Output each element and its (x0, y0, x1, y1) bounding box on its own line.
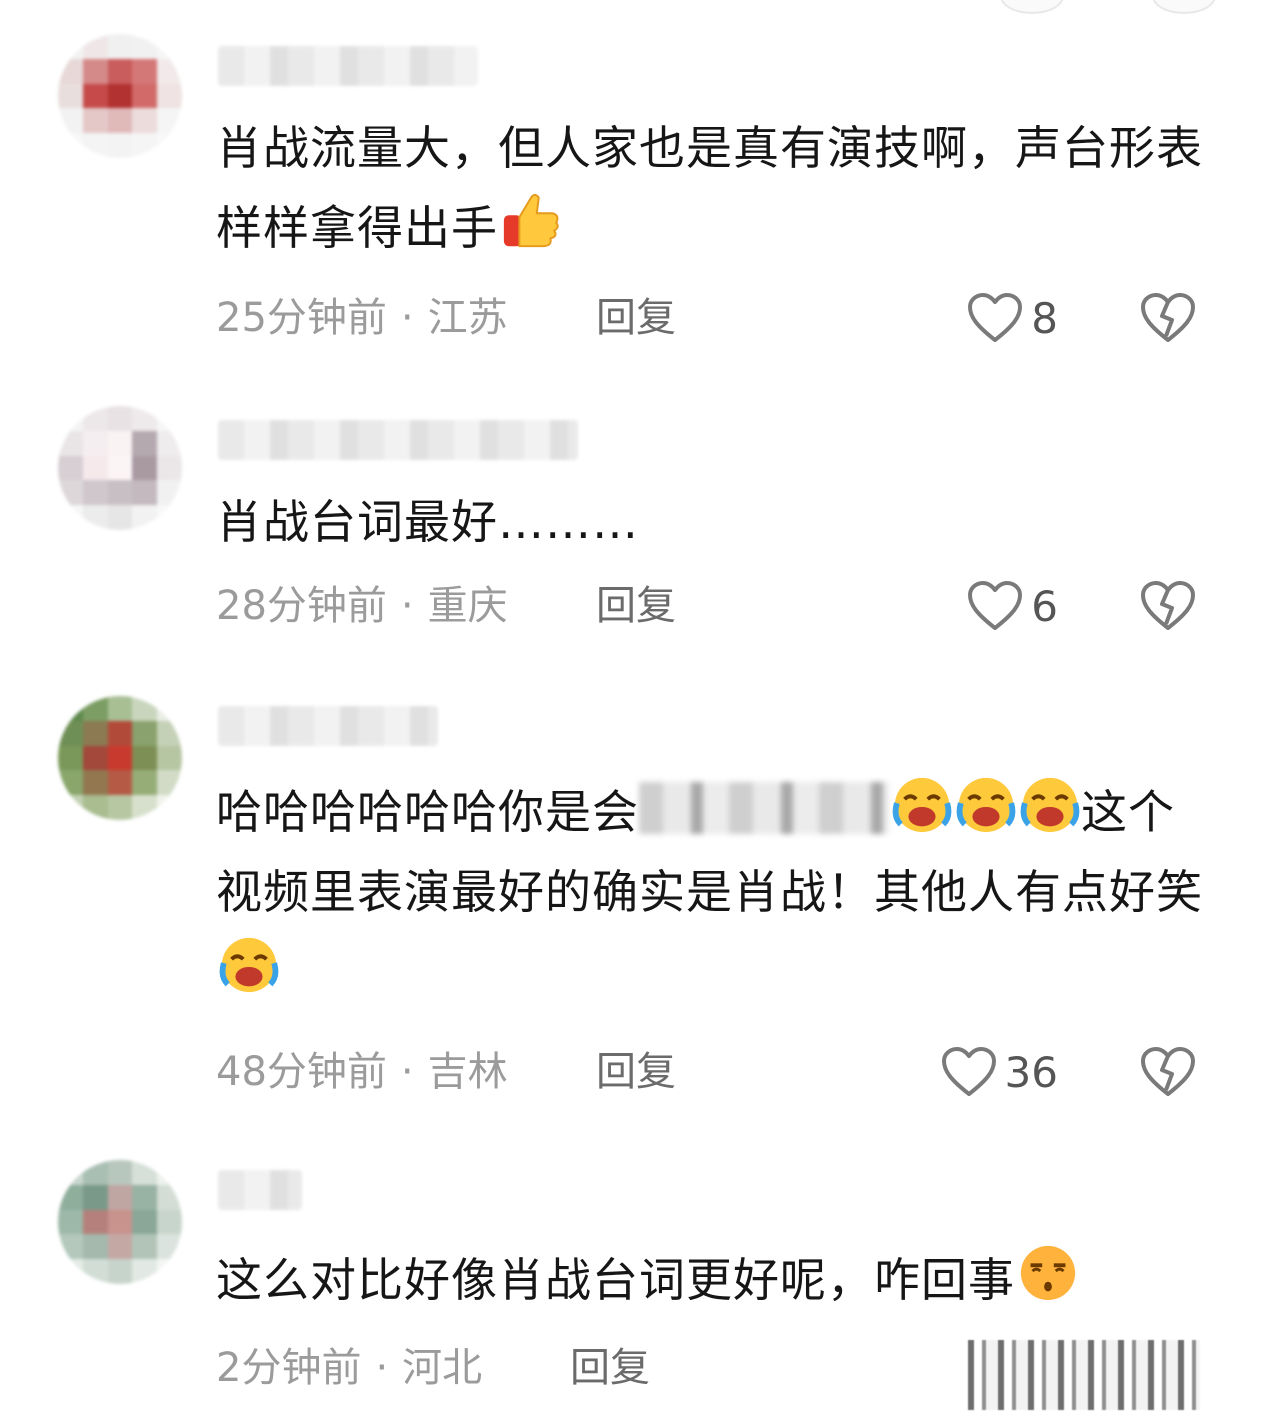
separator-dot: · (400, 1049, 414, 1095)
comment-time: 28分钟前 (216, 583, 387, 629)
redacted-text (639, 782, 889, 834)
comment-location: 重庆 (427, 583, 508, 629)
comment-location: 吉林 (427, 1049, 508, 1095)
laughing-crying-icon (1019, 774, 1081, 836)
comment-time: 2分钟前 (216, 1345, 362, 1391)
avatar[interactable] (58, 34, 182, 158)
top-icon-stub-left (1000, 0, 1064, 14)
watermark-mosaic (968, 1340, 1200, 1410)
thumbs-up-icon (500, 190, 562, 252)
username-redacted[interactable] (218, 706, 438, 746)
separator-dot: · (400, 583, 414, 629)
avatar[interactable] (58, 696, 182, 820)
broken-heart-icon[interactable] (1140, 290, 1196, 346)
comment-text: 这么对比好像肖战台词更好呢，咋回事 (216, 1240, 1216, 1320)
like-count: 36 (1004, 1047, 1058, 1097)
avatar[interactable] (58, 1160, 182, 1284)
reply-button[interactable]: 回复 (596, 1044, 676, 1100)
like-count: 6 (1031, 581, 1058, 631)
reply-button[interactable]: 回复 (596, 578, 676, 634)
broken-heart-icon[interactable] (1140, 578, 1196, 634)
username-redacted[interactable] (218, 46, 478, 86)
unamused-face-icon (1017, 1242, 1079, 1304)
heart-icon (941, 1047, 996, 1096)
separator-dot: · (375, 1345, 389, 1391)
like-button[interactable]: 8 (967, 290, 1058, 346)
like-button[interactable]: 36 (941, 1044, 1058, 1100)
comment-text: 肖战流量大，但人家也是真有演技啊，声台形表样样拿得出手 (216, 121, 1203, 255)
avatar[interactable] (58, 406, 182, 530)
laughing-crying-icon (218, 934, 280, 996)
like-count: 8 (1031, 293, 1058, 343)
comment-meta: 25分钟前 · 江苏 回复 (216, 290, 1216, 346)
comment-time: 48分钟前 (216, 1049, 387, 1095)
username-redacted[interactable] (218, 420, 578, 460)
top-icon-stub-right (1152, 0, 1216, 14)
separator-dot: · (400, 295, 414, 341)
heart-icon (968, 581, 1023, 630)
reply-button[interactable]: 回复 (596, 290, 676, 346)
comment-location: 江苏 (427, 295, 508, 341)
username-redacted[interactable] (218, 1170, 302, 1210)
broken-heart-icon[interactable] (1140, 1044, 1196, 1100)
comment-location: 河北 (402, 1345, 483, 1391)
like-button[interactable]: 6 (967, 578, 1058, 634)
comment-text: 哈哈哈哈哈哈你是会 这个视频里表演最好的确实是肖战！其他人有点好笑 (216, 772, 1216, 1012)
laughing-crying-icon (891, 774, 953, 836)
heart-icon (968, 293, 1023, 342)
reply-button[interactable]: 回复 (570, 1340, 650, 1396)
laughing-crying-icon (955, 774, 1017, 836)
comment-meta: 48分钟前 · 吉林 回复 (216, 1044, 1216, 1100)
comment-text: 肖战台词最好……… (216, 495, 639, 549)
comment-time: 25分钟前 (216, 295, 387, 341)
comment-meta: 28分钟前 · 重庆 回复 (216, 578, 1216, 634)
